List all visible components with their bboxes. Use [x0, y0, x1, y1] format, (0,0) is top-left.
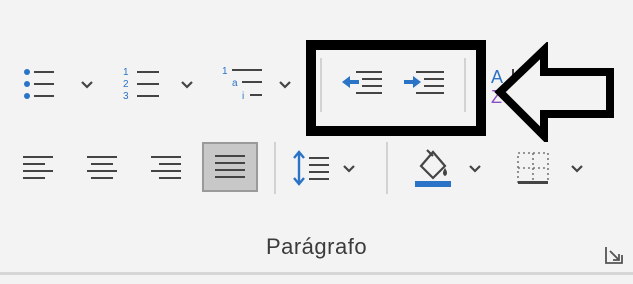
borders-dropdown-button[interactable] — [566, 158, 588, 180]
multilevel-list-icon: 1 a i — [222, 66, 262, 102]
group-label: Parágrafo — [265, 234, 368, 259]
line-spacing-icon — [293, 150, 329, 186]
chevron-down-icon — [343, 165, 355, 173]
ribbon-bottom-border — [0, 272, 633, 275]
chevron-down-icon — [181, 81, 193, 89]
borders-button[interactable] — [510, 146, 556, 190]
svg-text:3: 3 — [123, 91, 129, 102]
paragraph-dialog-launcher[interactable] — [603, 244, 625, 266]
numbering-dropdown-button[interactable] — [176, 74, 198, 96]
separator — [386, 142, 388, 194]
numbering-button[interactable]: 1 2 3 — [118, 64, 166, 104]
paragraph-ribbon-group: 1 2 3 1 a i A Z Parágrafo — [0, 0, 633, 284]
dialog-launcher-icon — [605, 247, 623, 264]
multilevel-list-button[interactable]: 1 a i — [218, 62, 270, 106]
shading-bucket-icon — [415, 149, 451, 187]
bullets-button[interactable] — [18, 64, 60, 104]
svg-text:1: 1 — [222, 66, 228, 77]
bullets-icon — [24, 69, 54, 99]
chevron-down-icon — [469, 165, 481, 173]
svg-text:a: a — [232, 78, 238, 89]
align-right-icon — [151, 156, 181, 179]
svg-text:2: 2 — [123, 79, 129, 90]
chevron-down-icon — [571, 165, 583, 173]
multilevel-dropdown-button[interactable] — [274, 74, 296, 96]
bullets-dropdown-button[interactable] — [76, 74, 98, 96]
annotation-highlight-box — [306, 40, 486, 136]
align-left-button[interactable] — [16, 148, 60, 188]
chevron-down-icon — [81, 81, 93, 89]
borders-icon — [517, 152, 549, 184]
shading-dropdown-button[interactable] — [464, 158, 486, 180]
align-left-icon — [23, 156, 53, 179]
line-spacing-button[interactable] — [288, 146, 334, 190]
separator — [274, 142, 276, 194]
svg-text:i: i — [242, 91, 244, 102]
align-right-button[interactable] — [144, 148, 188, 188]
svg-text:1: 1 — [123, 67, 129, 78]
justify-icon — [215, 155, 245, 178]
align-center-icon — [87, 156, 117, 179]
align-center-button[interactable] — [80, 148, 124, 188]
numbering-icon: 1 2 3 — [123, 67, 159, 102]
line-spacing-dropdown-button[interactable] — [338, 158, 360, 180]
chevron-down-icon — [279, 81, 291, 89]
shading-button[interactable] — [408, 144, 458, 192]
justify-button[interactable] — [202, 142, 258, 192]
annotation-arrow-icon — [494, 42, 614, 142]
